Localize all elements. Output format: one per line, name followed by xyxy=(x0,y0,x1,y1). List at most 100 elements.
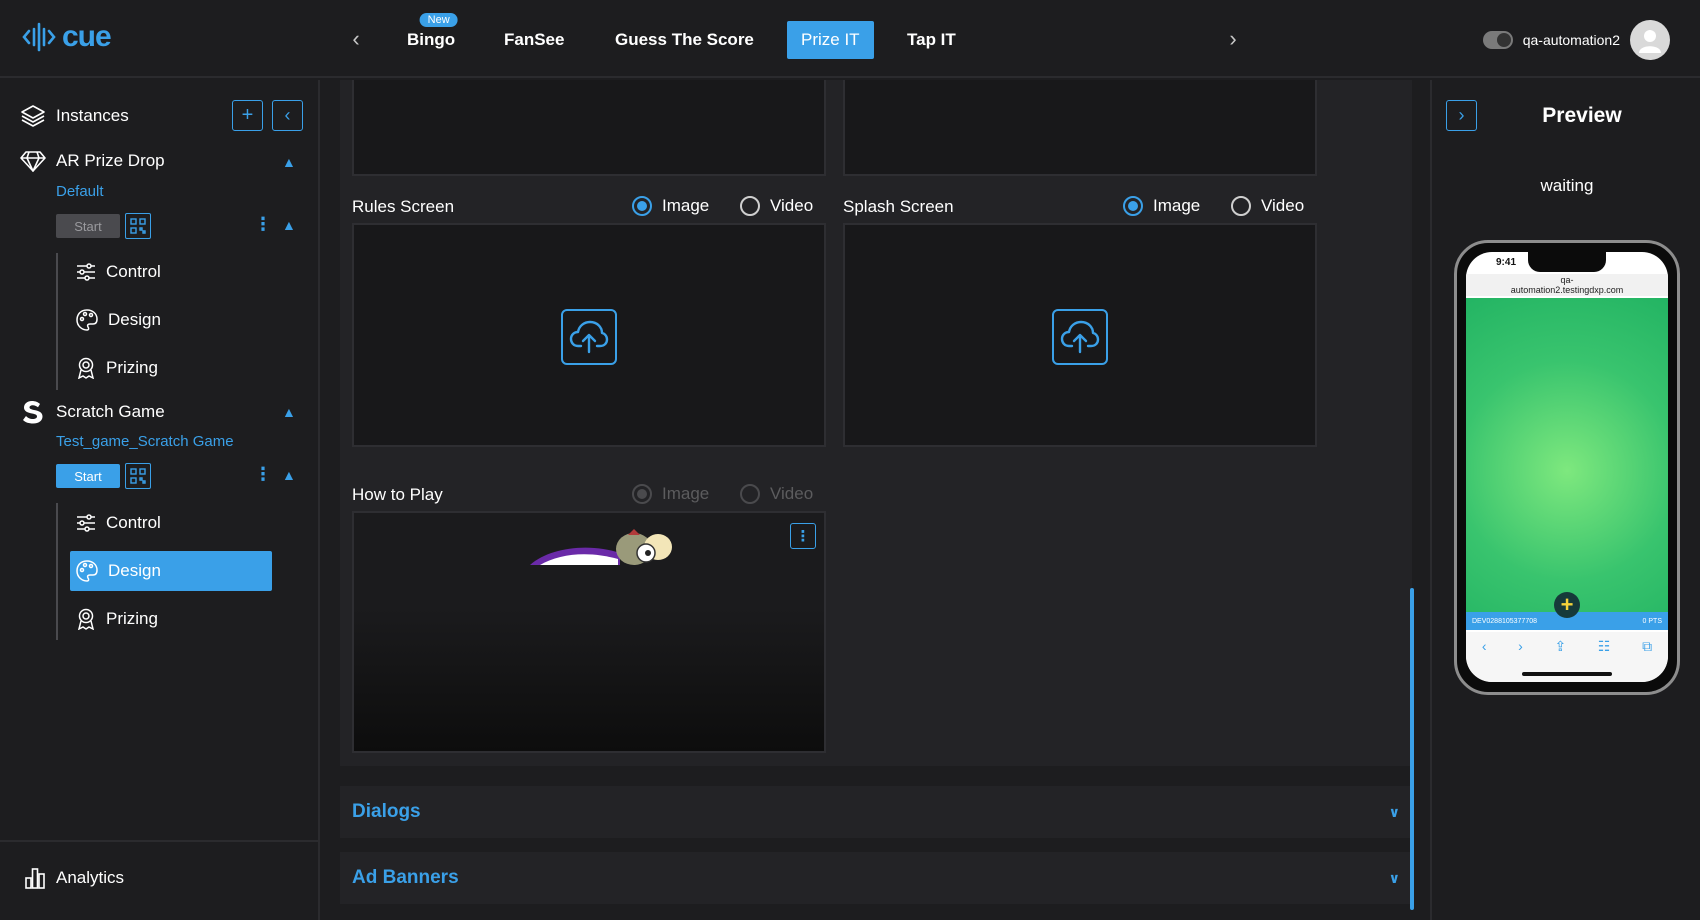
start-button[interactable]: Start xyxy=(56,464,120,488)
sidebar-item-design[interactable]: Design xyxy=(70,300,272,340)
radio-label: Video xyxy=(770,196,814,215)
instance-link-test-game[interactable]: Test_game_Scratch Game xyxy=(56,433,234,450)
media-dropzone-top-left[interactable] xyxy=(352,80,826,176)
cue-logo[interactable]: cue xyxy=(22,20,112,54)
instance-link-default[interactable]: Default xyxy=(56,183,104,200)
tabs-icon: ⧉ xyxy=(1642,638,1653,654)
tab-label: FanSee xyxy=(504,30,565,49)
accordion-title: Ad Banners xyxy=(352,867,459,888)
rules-video-radio[interactable]: Video xyxy=(740,196,813,216)
more-options-icon[interactable]: ⋮ xyxy=(254,465,272,483)
nav-prev-arrow-icon[interactable]: ‹ xyxy=(345,26,367,52)
radio-label: Video xyxy=(1261,196,1305,215)
palette-icon xyxy=(76,309,98,331)
radio-label: Image xyxy=(662,484,710,503)
qr-code-icon xyxy=(130,468,146,484)
start-button-disabled[interactable]: Start xyxy=(56,214,120,238)
new-badge: New xyxy=(419,13,458,27)
media-dropzone-top-right[interactable] xyxy=(843,80,1317,176)
phone-frame: 9:41 qa- automation2.testingdxp.com DEV0… xyxy=(1454,240,1680,695)
tab-label: Tap IT xyxy=(907,30,956,49)
tab-prize-it[interactable]: Prize IT xyxy=(787,21,874,59)
forward-icon: › xyxy=(1518,638,1523,654)
qr-code-icon xyxy=(130,218,146,234)
status-time: 9:41 xyxy=(1496,257,1517,268)
preview-status: waiting xyxy=(1540,176,1594,195)
game-preview xyxy=(1466,298,1668,612)
radio-circle xyxy=(1231,196,1251,216)
scratch-logo-icon xyxy=(23,401,43,424)
chevron-down-icon: ∨ xyxy=(1388,869,1400,886)
how-to-play-image-radio[interactable]: Image xyxy=(632,484,709,504)
collapse-sidebar-button[interactable]: ‹ xyxy=(272,100,303,131)
radio-circle xyxy=(632,484,652,504)
cloud-upload-icon xyxy=(569,320,609,354)
sidebar-item-prizing[interactable]: Prizing xyxy=(70,348,272,388)
game-name: AR Prize Drop xyxy=(56,151,165,170)
tab-guess-the-score[interactable]: Guess The Score xyxy=(601,21,768,59)
waveform-icon xyxy=(22,22,56,52)
add-instance-button[interactable]: + xyxy=(232,100,263,131)
sidebar-item-prizing[interactable]: Prizing xyxy=(70,599,272,639)
tab-tap-it[interactable]: Tap IT xyxy=(893,21,970,59)
url-line-1: qa- xyxy=(1560,275,1574,285)
rules-image-radio[interactable]: Image xyxy=(632,196,709,216)
chevron-up-icon[interactable]: ▲ xyxy=(282,467,296,483)
sidebar-item-label: Control xyxy=(106,262,161,281)
sidebar-item-control[interactable]: Control xyxy=(70,503,272,543)
sidebar-item-control[interactable]: Control xyxy=(70,252,272,292)
tab-bingo[interactable]: Bingo New xyxy=(393,13,469,59)
chevron-up-icon[interactable]: ▲ xyxy=(282,154,296,170)
top-bar: cue ‹ Bingo New FanSee Guess The Score P… xyxy=(0,0,1700,78)
media-options-button[interactable]: ⋮ xyxy=(790,523,816,549)
radio-label: Image xyxy=(1153,196,1201,215)
bar-chart-icon xyxy=(25,868,45,889)
accordion-title: Dialogs xyxy=(352,801,421,822)
bookmarks-icon: ☷ xyxy=(1597,638,1611,654)
upload-button[interactable] xyxy=(561,309,617,365)
radio-circle xyxy=(1123,196,1143,216)
game-scratch-game[interactable]: Scratch Game xyxy=(20,399,165,425)
qr-code-button[interactable] xyxy=(125,463,151,489)
tab-label: Prize IT xyxy=(801,30,860,49)
preview-panel: › Preview waiting 9:41 qa- automation2.t… xyxy=(1430,80,1700,920)
more-options-icon[interactable]: ⋮ xyxy=(254,215,272,233)
chevron-up-icon[interactable]: ▲ xyxy=(282,404,296,420)
tab-label: Bingo xyxy=(407,30,456,49)
theme-toggle[interactable] xyxy=(1482,31,1513,49)
sidebar-divider xyxy=(0,840,318,842)
radio-label: Video xyxy=(770,484,814,503)
sidebar: Instances + ‹ AR Prize Drop ▲ Default St… xyxy=(0,80,320,920)
splash-image-radio[interactable]: Image xyxy=(1123,196,1200,216)
chevron-down-icon: ∨ xyxy=(1388,803,1400,820)
splash-video-radio[interactable]: Video xyxy=(1231,196,1304,216)
tree-line xyxy=(56,503,58,640)
award-icon xyxy=(77,608,95,630)
sidebar-item-design-active[interactable]: Design xyxy=(70,551,272,591)
tab-fansee[interactable]: FanSee xyxy=(490,21,578,59)
radio-circle xyxy=(740,484,760,504)
avatar[interactable] xyxy=(1630,20,1670,60)
preview-title: Preview xyxy=(1542,104,1622,127)
sidebar-item-label: Design xyxy=(108,310,161,329)
how-to-play-video-radio[interactable]: Video xyxy=(740,484,813,504)
qr-code-button[interactable] xyxy=(125,213,151,239)
user-area: qa-automation2 xyxy=(1482,20,1670,60)
diamond-icon xyxy=(20,151,46,172)
user-name: qa-automation2 xyxy=(1522,32,1620,48)
chevron-up-icon[interactable]: ▲ xyxy=(282,217,296,233)
rules-screen-dropzone[interactable] xyxy=(352,223,826,447)
splash-screen-dropzone[interactable] xyxy=(843,223,1317,447)
instances-label: Instances xyxy=(56,106,129,125)
upload-button[interactable] xyxy=(1052,309,1108,365)
how-to-play-media[interactable]: ⋮ xyxy=(352,511,826,753)
nav-next-arrow-icon[interactable]: › xyxy=(1222,26,1244,52)
sidebar-item-analytics[interactable]: Analytics xyxy=(24,867,124,889)
scrollbar[interactable] xyxy=(1410,588,1414,910)
tab-label: Guess The Score xyxy=(615,30,754,49)
tree-line xyxy=(56,253,58,390)
ad-banners-accordion[interactable]: Ad Banners ∨ xyxy=(340,852,1412,904)
sliders-icon xyxy=(77,263,95,281)
game-ar-prize-drop[interactable]: AR Prize Drop xyxy=(20,149,165,173)
dialogs-accordion[interactable]: Dialogs ∨ xyxy=(340,786,1412,838)
